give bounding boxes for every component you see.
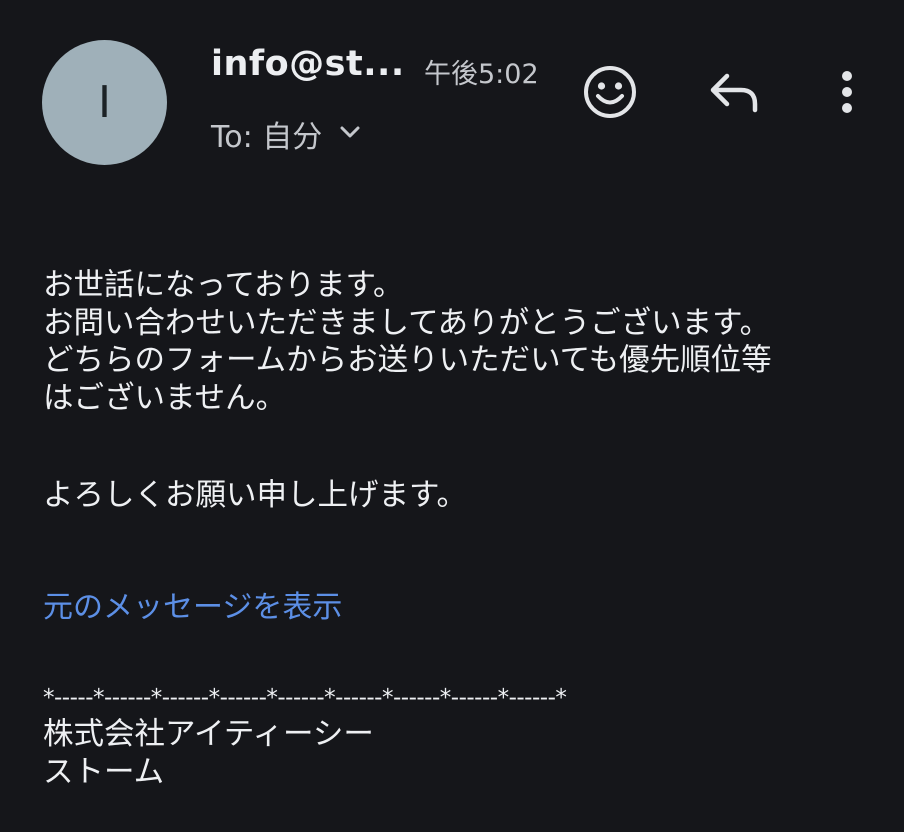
signature-company-line1: 株式会社アイティーシー bbox=[43, 717, 374, 752]
body-line: お問い合わせいただきましてありがとうございます。 bbox=[43, 305, 771, 341]
more-options-button[interactable] bbox=[815, 62, 879, 126]
show-original-message-link[interactable]: 元のメッセージを表示 bbox=[43, 582, 342, 626]
signature-company-line2: ストーム bbox=[43, 755, 165, 790]
sender-avatar[interactable]: I bbox=[42, 40, 167, 165]
body-line: お世話になっております。 bbox=[43, 268, 404, 303]
emoji-smile-icon bbox=[581, 63, 639, 125]
recipient-details-toggle[interactable]: To: 自分 bbox=[211, 112, 362, 156]
add-reaction-button[interactable] bbox=[578, 62, 642, 126]
body-line: どちらのフォームからお送りいただいても優先順位等 bbox=[43, 343, 772, 378]
recipient-label: To: 自分 bbox=[211, 120, 323, 155]
signature-separator: *-----*------*------*------*------*-----… bbox=[43, 685, 567, 711]
chevron-down-icon bbox=[338, 124, 362, 144]
message-time: 午後5:02 bbox=[424, 59, 539, 90]
body-line: はございません。 bbox=[43, 380, 287, 416]
reply-arrow-icon bbox=[707, 70, 763, 118]
more-vert-icon bbox=[840, 69, 854, 119]
avatar-letter: I bbox=[98, 76, 111, 128]
reply-button[interactable] bbox=[703, 62, 767, 126]
message-body: お世話になっております。 お問い合わせいただきましてありがとうございます。 どち… bbox=[43, 267, 893, 417]
message-closing: よろしくお願い申し上げます。 bbox=[43, 478, 467, 513]
sender-name[interactable]: info@st... bbox=[211, 44, 405, 84]
message-header: I info@st... 午後5:02 To: 自分 bbox=[0, 0, 904, 190]
signature-block: *-----*------*------*------*------*-----… bbox=[43, 680, 567, 792]
